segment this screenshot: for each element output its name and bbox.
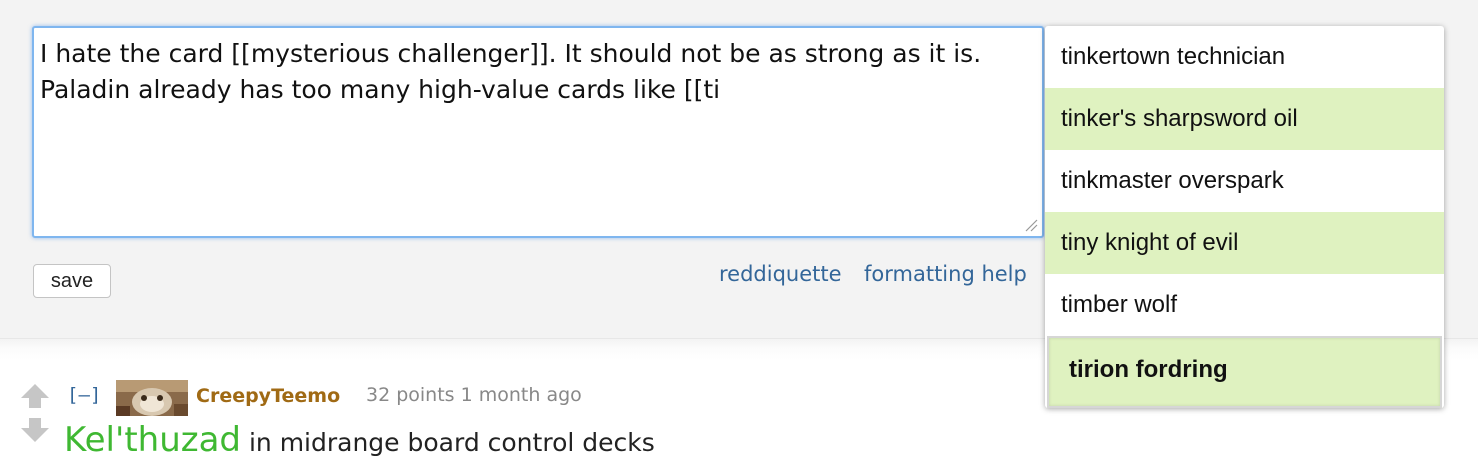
comment-author[interactable]: CreepyTeemo (196, 385, 340, 407)
save-button[interactable]: save (33, 264, 111, 298)
collapse-toggle[interactable]: [–] (67, 384, 101, 406)
autocomplete-item[interactable]: tinker's sharpsword oil (1045, 88, 1444, 150)
downvote-arrow-icon[interactable] (19, 416, 51, 444)
avatar[interactable] (116, 380, 188, 416)
upvote-arrow-icon[interactable] (19, 382, 51, 410)
comment-textarea[interactable]: I hate the card [[mysterious challenger]… (32, 26, 1044, 238)
comment-score: 32 points 1 month ago (366, 384, 582, 406)
comment-body: Kel'thuzad in midrange board control dec… (64, 420, 655, 460)
autocomplete-item[interactable]: tinkertown technician (1045, 26, 1444, 88)
comment-body-text: in midrange board control decks (241, 428, 655, 457)
autocomplete-item[interactable]: timber wolf (1045, 274, 1444, 336)
reddiquette-link[interactable]: reddiquette (719, 262, 842, 286)
card-link[interactable]: Kel'thuzad (64, 420, 241, 460)
resize-grip-icon[interactable] (1024, 218, 1038, 232)
formatting-help-link[interactable]: formatting help (864, 262, 1027, 286)
autocomplete-dropdown: tinkertown technician tinker's sharpswor… (1045, 26, 1444, 408)
autocomplete-item[interactable]: tinkmaster overspark (1045, 150, 1444, 212)
autocomplete-item[interactable]: tiny knight of evil (1045, 212, 1444, 274)
